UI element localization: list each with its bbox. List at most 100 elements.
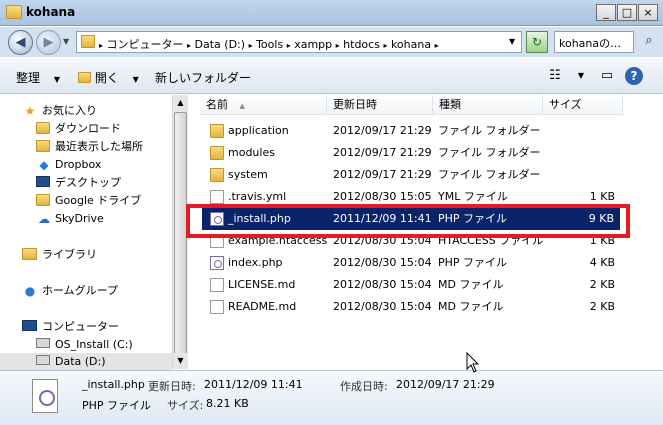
folder-icon bbox=[210, 124, 224, 138]
nav-os-install[interactable]: OS_Install (C:) bbox=[0, 336, 172, 354]
file-name: application bbox=[228, 124, 289, 137]
file-row[interactable]: index.php 2012/08/30 15:04 PHP ファイル 4 KB bbox=[190, 252, 663, 274]
folder-icon bbox=[210, 146, 224, 160]
nav-homegroup[interactable]: ● ホームグループ bbox=[0, 282, 172, 300]
php-file-icon bbox=[210, 256, 224, 270]
file-row[interactable]: LICENSE.md 2012/08/30 15:04 MD ファイル 2 KB bbox=[190, 274, 663, 296]
file-size: 2 KB bbox=[589, 278, 615, 291]
folder-icon bbox=[6, 5, 22, 19]
nav-dropbox[interactable]: ◆ Dropbox bbox=[0, 156, 172, 174]
dropbox-icon: ◆ bbox=[39, 158, 49, 172]
computer-icon bbox=[22, 320, 37, 331]
open-button[interactable]: 開く ▼ bbox=[78, 69, 139, 86]
nav-favorites[interactable]: ★ お気に入り bbox=[0, 102, 172, 120]
address-bar[interactable]: ▸ コンピューター ▸ Data (D:) ▸ Tools ▸ xampp ▸ … bbox=[76, 31, 522, 53]
back-button[interactable]: ◀ bbox=[8, 30, 33, 55]
title-bar: kohana _ □ × bbox=[0, 0, 663, 26]
history-dropdown-icon[interactable]: ▼ bbox=[63, 37, 69, 46]
open-label: 開く bbox=[94, 71, 119, 85]
file-row[interactable]: README.md 2012/08/30 15:04 MD ファイル 2 KB bbox=[190, 296, 663, 318]
nav-downloads[interactable]: ダウンロード bbox=[0, 120, 172, 138]
nav-skydrive[interactable]: ☁ SkyDrive bbox=[0, 210, 172, 228]
nav-computer[interactable]: コンピューター bbox=[0, 318, 172, 336]
breadcrumb-computer[interactable]: コンピューター bbox=[107, 38, 184, 51]
highlight-box bbox=[186, 204, 630, 238]
star-icon: ★ bbox=[24, 104, 36, 118]
breadcrumb-data-drive[interactable]: Data (D:) bbox=[195, 38, 246, 51]
details-created-value: 2012/09/17 21:29 bbox=[396, 378, 495, 391]
search-input[interactable]: kohanaの… bbox=[554, 31, 634, 53]
downloads-folder-icon bbox=[36, 122, 50, 134]
refresh-button[interactable]: ↻ bbox=[526, 31, 548, 53]
file-size: 2 KB bbox=[589, 300, 615, 313]
cloud-icon: ☁ bbox=[38, 212, 50, 226]
maximize-button[interactable]: □ bbox=[617, 4, 637, 21]
view-dropdown-icon[interactable]: ▼ bbox=[572, 67, 590, 85]
recent-places-icon bbox=[36, 140, 50, 152]
details-size-value: 8.21 KB bbox=[206, 397, 249, 410]
file-modified: 2012/09/17 21:29 bbox=[333, 168, 432, 181]
file-icon bbox=[210, 278, 224, 292]
address-row: ◀ ▶ ▼ ▸ コンピューター ▸ Data (D:) ▸ Tools ▸ xa… bbox=[0, 27, 663, 57]
search-icon[interactable]: ⌕ bbox=[638, 31, 660, 53]
nav-data-drive[interactable]: Data (D:) bbox=[0, 353, 172, 371]
close-button[interactable]: × bbox=[638, 4, 658, 21]
file-name: system bbox=[228, 168, 268, 181]
breadcrumb-tools[interactable]: Tools bbox=[256, 38, 283, 51]
details-filename: _install.php bbox=[82, 378, 145, 391]
open-folder-icon bbox=[78, 72, 91, 83]
breadcrumb-kohana[interactable]: kohana bbox=[391, 38, 431, 51]
library-icon bbox=[22, 248, 37, 260]
forward-button[interactable]: ▶ bbox=[36, 30, 61, 55]
file-modified: 2012/09/17 21:29 bbox=[333, 146, 432, 159]
file-type: PHP ファイル bbox=[438, 256, 508, 269]
details-modified-label: 更新日時: bbox=[148, 380, 196, 393]
file-icon bbox=[210, 190, 224, 204]
file-type: ファイル フォルダー bbox=[438, 146, 541, 159]
file-modified: 2012/08/30 15:04 bbox=[333, 256, 432, 269]
desktop-icon bbox=[36, 176, 50, 187]
help-icon[interactable]: ? bbox=[625, 67, 643, 85]
file-modified: 2012/08/30 15:04 bbox=[333, 300, 432, 313]
column-name[interactable]: 名前 ▲ bbox=[200, 95, 327, 115]
minimize-button[interactable]: _ bbox=[596, 4, 616, 21]
file-row[interactable]: modules 2012/09/17 21:29 ファイル フォルダー bbox=[190, 142, 663, 164]
view-options-icon[interactable]: ☷ bbox=[546, 67, 564, 85]
column-modified[interactable]: 更新日時 bbox=[327, 95, 433, 115]
organize-label: 整理 bbox=[16, 71, 41, 85]
breadcrumb-htdocs[interactable]: htdocs bbox=[343, 38, 380, 51]
column-type[interactable]: 種類 bbox=[433, 95, 543, 115]
php-file-icon bbox=[32, 379, 58, 413]
file-type: MD ファイル bbox=[438, 278, 504, 291]
details-pane: _install.php 更新日時: 2011/12/09 11:41 作成日時… bbox=[0, 370, 663, 425]
file-name: index.php bbox=[228, 256, 283, 269]
file-name: LICENSE.md bbox=[228, 278, 296, 291]
mouse-cursor-icon bbox=[466, 352, 480, 373]
file-type: ファイル フォルダー bbox=[438, 124, 541, 137]
file-row[interactable]: system 2012/09/17 21:29 ファイル フォルダー bbox=[190, 164, 663, 186]
scroll-down-icon[interactable]: ▼ bbox=[173, 353, 188, 369]
column-size[interactable]: サイズ bbox=[543, 95, 623, 115]
file-row[interactable]: application 2012/09/17 21:29 ファイル フォルダー bbox=[190, 120, 663, 142]
nav-recent-places[interactable]: 最近表示した場所 bbox=[0, 138, 172, 156]
address-dropdown-icon[interactable]: ▼ bbox=[509, 37, 515, 46]
drive-icon bbox=[36, 355, 50, 365]
organize-button[interactable]: 整理 ▼ bbox=[16, 69, 60, 86]
file-modified: 2012/09/17 21:29 bbox=[333, 124, 432, 137]
preview-pane-icon[interactable]: ▭ bbox=[598, 67, 616, 85]
scroll-up-icon[interactable]: ▲ bbox=[173, 95, 188, 111]
file-icon bbox=[210, 300, 224, 314]
details-modified-value: 2011/12/09 11:41 bbox=[204, 378, 303, 391]
file-modified: 2012/08/30 15:04 bbox=[333, 278, 432, 291]
file-name: modules bbox=[228, 146, 275, 159]
file-type: ファイル フォルダー bbox=[438, 168, 541, 181]
nav-google-drive[interactable]: Google ドライブ bbox=[0, 192, 172, 210]
breadcrumb-xampp[interactable]: xampp bbox=[294, 38, 332, 51]
command-bar: 整理 ▼ 開く ▼ 新しいフォルダー ☷ ▼ ▭ ? bbox=[0, 58, 663, 94]
details-created-label: 作成日時: bbox=[340, 380, 388, 393]
window-title: kohana bbox=[26, 5, 76, 19]
nav-libraries[interactable]: ライブラリ bbox=[0, 246, 172, 264]
new-folder-button[interactable]: 新しいフォルダー bbox=[155, 69, 251, 86]
details-type: PHP ファイル bbox=[82, 399, 152, 412]
nav-desktop[interactable]: デスクトップ bbox=[0, 174, 172, 192]
